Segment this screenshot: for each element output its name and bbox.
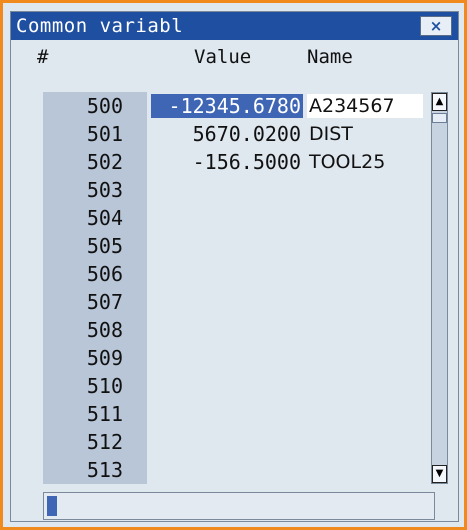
table-row[interactable]: 511 [11, 400, 401, 428]
vertical-scrollbar[interactable]: ▲ ▼ [431, 92, 448, 484]
table-row[interactable]: 507 [11, 288, 401, 316]
scroll-down-arrow-icon: ▼ [435, 468, 444, 479]
variable-number: 500 [86, 94, 123, 118]
variable-name-cell[interactable]: DIST [307, 122, 423, 146]
table-row[interactable]: 504 [11, 204, 401, 232]
variable-value-cell[interactable] [151, 262, 303, 286]
variable-name-cell[interactable] [307, 234, 423, 258]
close-button[interactable]: × [420, 16, 452, 36]
variable-number: 502 [86, 150, 123, 174]
variable-value-cell[interactable]: -12345.6780 [151, 94, 303, 118]
variable-name-cell[interactable] [307, 402, 423, 426]
scroll-down-button[interactable]: ▼ [432, 465, 447, 483]
table-row[interactable]: 510 [11, 372, 401, 400]
table-row[interactable]: 512 [11, 428, 401, 456]
variable-number: 513 [86, 458, 123, 482]
variable-name-cell[interactable] [307, 318, 423, 342]
variable-value-cell[interactable] [151, 458, 303, 482]
variable-number: 510 [86, 374, 123, 398]
variable-value-cell[interactable] [151, 178, 303, 202]
variable-value-cell[interactable] [151, 430, 303, 454]
table-row[interactable]: 502 -156.5000 TOOL25 [11, 148, 401, 176]
column-header-name: Name [307, 46, 353, 68]
table-row[interactable]: 508 [11, 316, 401, 344]
variable-value-cell[interactable] [151, 318, 303, 342]
variable-value-cell[interactable] [151, 234, 303, 258]
table-row[interactable]: 513 [11, 456, 401, 484]
variable-value-cell[interactable] [151, 402, 303, 426]
table-row[interactable]: 505 [11, 232, 401, 260]
column-header-number: # [37, 46, 49, 68]
variable-number: 509 [86, 346, 123, 370]
variable-value-cell[interactable]: 5670.0200 [151, 122, 303, 146]
variable-name-cell[interactable]: TOOL25 [307, 150, 423, 174]
table-row[interactable]: 506 [11, 260, 401, 288]
variable-value-cell[interactable]: -156.5000 [151, 150, 303, 174]
window-body: Common variabl × # Value Name 500 -12345.… [10, 11, 459, 522]
close-icon: × [429, 17, 443, 35]
variable-name-cell[interactable] [307, 262, 423, 286]
window-title: Common variabl [16, 15, 184, 37]
variable-number: 511 [86, 402, 123, 426]
variable-name-cell[interactable]: A234567 [307, 94, 423, 118]
variable-number: 512 [86, 430, 123, 454]
scroll-up-arrow-icon: ▲ [435, 96, 444, 107]
data-input-field[interactable] [43, 492, 435, 520]
column-header-value: Value [194, 46, 252, 68]
variable-number: 508 [86, 318, 123, 342]
table-row[interactable]: 509 [11, 344, 401, 372]
variable-name-cell[interactable] [307, 374, 423, 398]
variable-value-cell[interactable] [151, 374, 303, 398]
variable-number: 504 [86, 206, 123, 230]
variable-number: 506 [86, 262, 123, 286]
scroll-thumb[interactable] [432, 113, 447, 123]
table-row[interactable]: 501 5670.0200 DIST [11, 120, 401, 148]
variable-name-cell[interactable] [307, 346, 423, 370]
title-bar[interactable]: Common variabl × [11, 12, 458, 40]
scroll-up-button[interactable]: ▲ [432, 93, 447, 111]
variable-number: 505 [86, 234, 123, 258]
variable-value-cell[interactable] [151, 346, 303, 370]
variable-number: 503 [86, 178, 123, 202]
variable-name-cell[interactable] [307, 290, 423, 314]
variable-name-cell[interactable] [307, 178, 423, 202]
common-variables-window: Common variabl × # Value Name 500 -12345.… [0, 0, 467, 530]
table-row[interactable]: 500 -12345.6780 A234567 [11, 92, 423, 120]
variable-number: 507 [86, 290, 123, 314]
variable-name-cell[interactable] [307, 458, 423, 482]
table-row[interactable]: 503 [11, 176, 401, 204]
input-cursor [47, 496, 57, 516]
variable-value-cell[interactable] [151, 290, 303, 314]
variable-number: 501 [86, 122, 123, 146]
variable-name-cell[interactable] [307, 430, 423, 454]
variable-name-cell[interactable] [307, 206, 423, 230]
variable-value-cell[interactable] [151, 206, 303, 230]
